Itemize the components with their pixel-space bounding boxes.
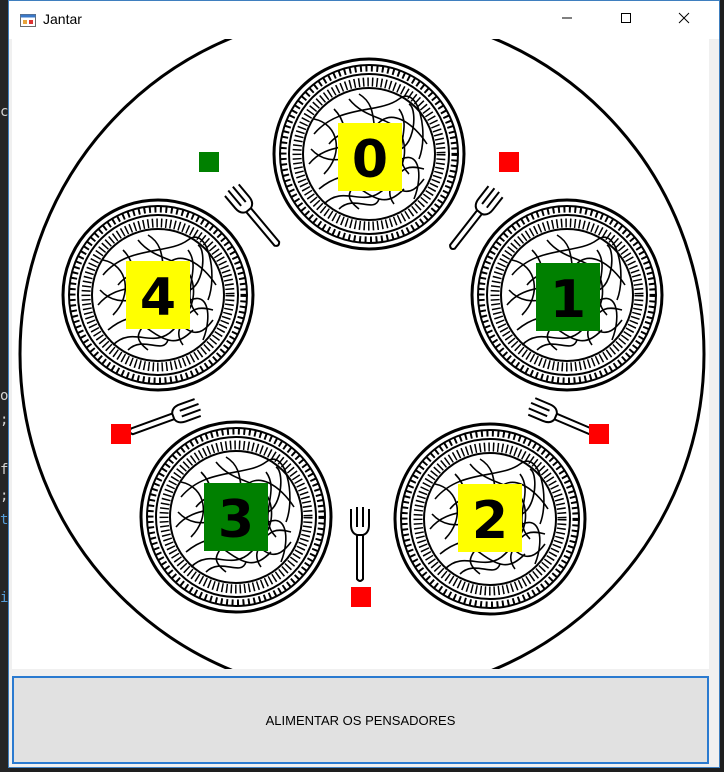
dining-table-canvas: 0 1 2 3 4 (12, 39, 709, 669)
philosopher-4-label: 4 (140, 268, 176, 328)
fork-2-3-status (351, 587, 371, 607)
philosopher-0-label: 0 (352, 130, 388, 190)
maximize-button[interactable] (603, 1, 649, 39)
feed-philosophers-button[interactable]: ALIMENTAR OS PENSADORES (12, 676, 709, 764)
minimize-button[interactable] (544, 1, 590, 39)
winforms-app-icon (20, 12, 36, 28)
philosopher-1-label: 1 (550, 270, 586, 330)
window-title: Jantar (43, 11, 82, 27)
fork-1-2-status (589, 424, 609, 444)
maximize-icon (620, 11, 632, 29)
app-window: Jantar 0 1 2 3 4 ALIMENTAR OS PENSADORES (8, 0, 720, 768)
fork-3-4-status (111, 424, 131, 444)
minimize-icon (561, 11, 573, 29)
philosopher-2-label: 2 (472, 491, 508, 551)
title-bar[interactable]: Jantar (9, 1, 719, 39)
close-button[interactable] (661, 1, 707, 39)
close-icon (678, 11, 690, 29)
philosopher-3-label: 3 (218, 490, 254, 550)
fork-0-4-status (199, 152, 219, 172)
fork-0-1-status (499, 152, 519, 172)
table-drawing: 0 1 2 3 4 (18, 39, 706, 669)
